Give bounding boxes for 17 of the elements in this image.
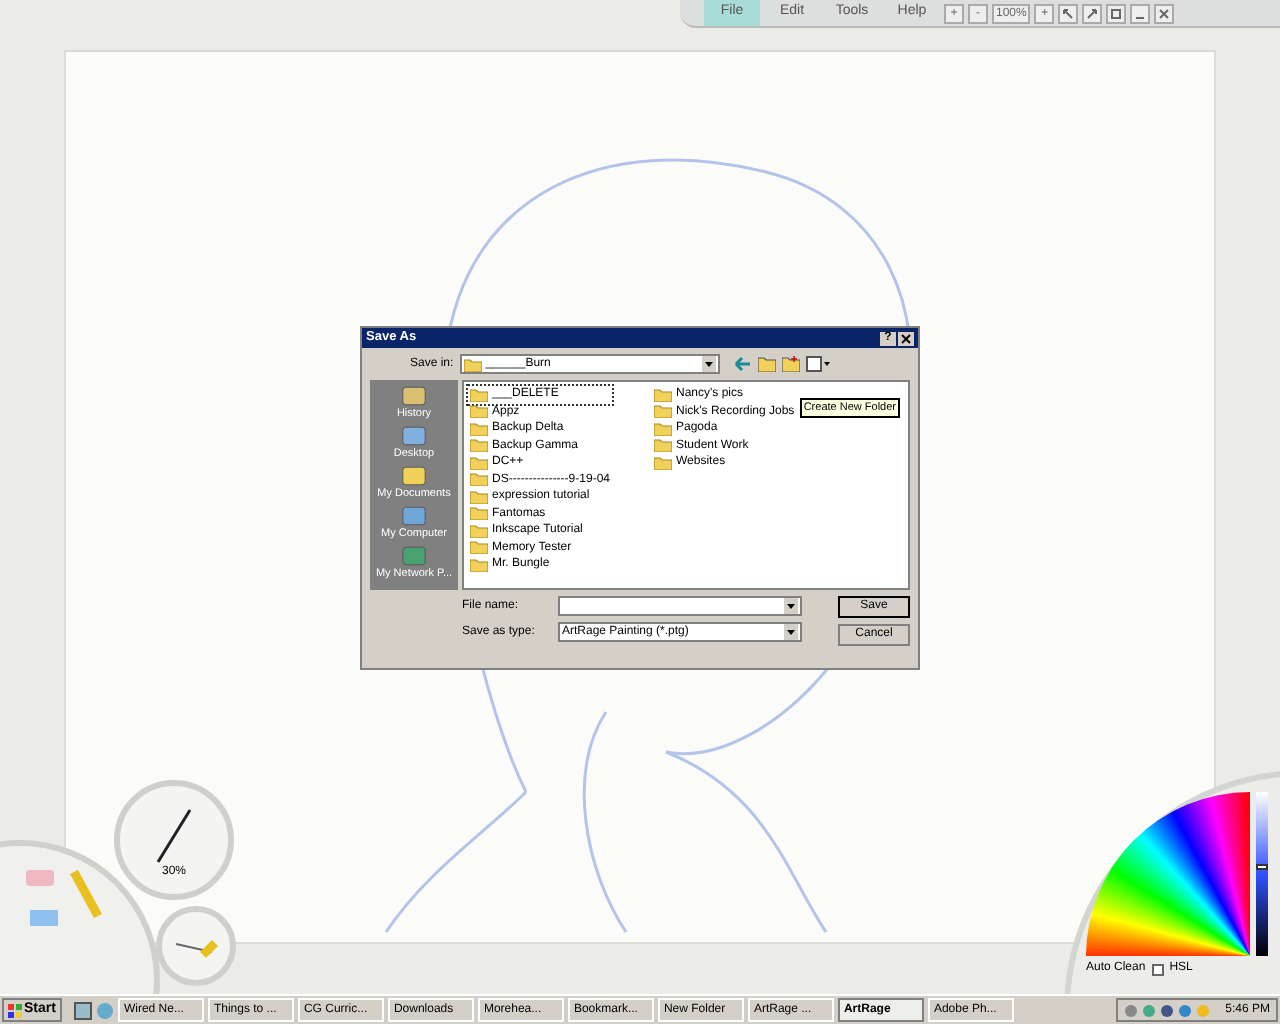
- windows-logo-icon: [8, 1003, 22, 1017]
- pencil-stroke-icon: [154, 806, 194, 866]
- auto-clean-checkbox[interactable]: [1151, 963, 1164, 975]
- dropdown-field[interactable]: [558, 596, 802, 616]
- restore-icon[interactable]: [1106, 3, 1127, 23]
- caret-icon: [784, 598, 798, 614]
- caret-icon: [701, 356, 716, 372]
- new-folder-icon[interactable]: [781, 356, 800, 372]
- up-folder-icon[interactable]: [757, 356, 776, 372]
- back-arrow-icon[interactable]: [733, 356, 752, 372]
- view-menu-icon[interactable]: [805, 356, 830, 372]
- slider-thumb[interactable]: [1256, 863, 1268, 870]
- caret-icon: [784, 624, 798, 640]
- close-icon[interactable]: [898, 331, 914, 345]
- undo-icon[interactable]: [1058, 3, 1079, 23]
- redo-icon[interactable]: [1082, 3, 1103, 23]
- minimize-icon[interactable]: [1130, 3, 1151, 23]
